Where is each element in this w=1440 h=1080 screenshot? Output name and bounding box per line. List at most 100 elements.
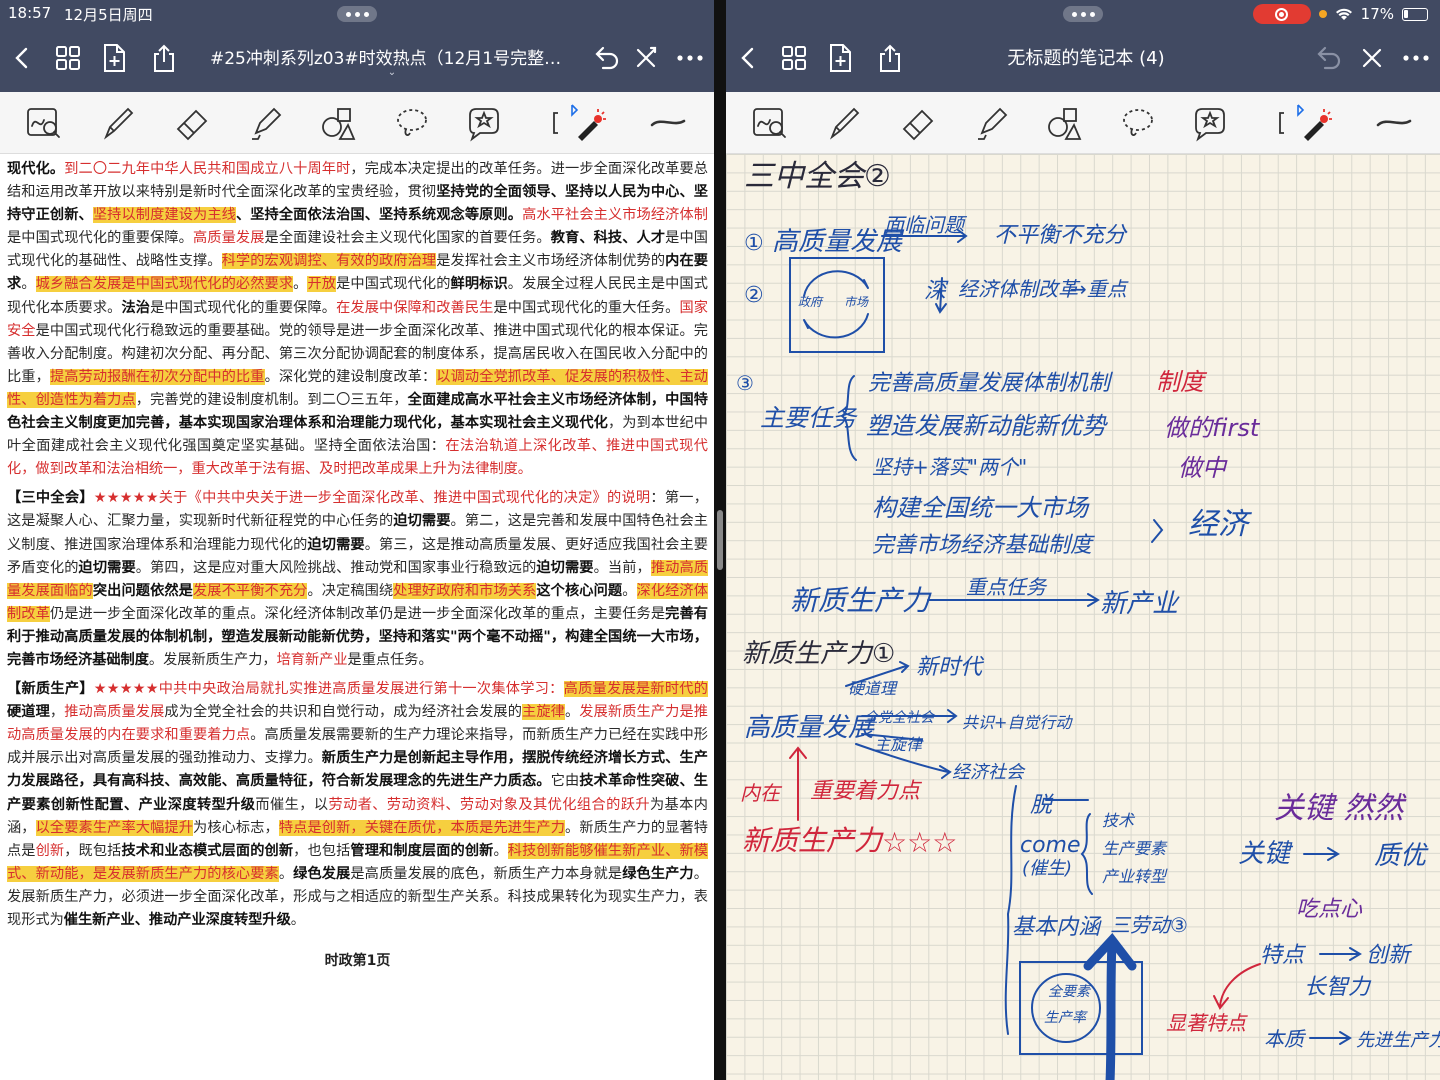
- highlighted-run: 科技创新: [507, 842, 565, 859]
- text-run: 是全面建设社会主义现代化国家的首要任务。: [264, 230, 551, 247]
- shape-tool-icon[interactable]: [1042, 102, 1086, 144]
- red-run: 推动高质量发展: [64, 704, 165, 721]
- note-text: 共识+自觉行动: [962, 713, 1073, 732]
- bold-run: 技术和业态模式层面的创新: [121, 842, 294, 859]
- red-run: 到二〇二九年中华人民共和国成立八十周年时: [64, 161, 351, 177]
- pen-tool-icon[interactable]: [822, 102, 866, 144]
- bold-run: 这个核心问题: [536, 582, 623, 599]
- add-page-icon[interactable]: [96, 40, 132, 76]
- note-text: 高质量发展: [744, 713, 877, 743]
- bold-run: 迫切需要: [536, 559, 594, 576]
- highlighted-run: 高质量发展是新时代的: [563, 681, 708, 698]
- lasso-tool-icon[interactable]: [390, 102, 434, 144]
- text-run: 仍是进一步全面深化改革的重点。深化经济体制改革仍是进一步全面深化改革的重点，主要…: [49, 605, 666, 622]
- right-notebook-title[interactable]: 无标题的笔记本 (4): [956, 44, 1216, 70]
- sticker-tool-icon[interactable]: [1188, 102, 1232, 144]
- note-text: 政府: [798, 295, 824, 309]
- back-icon[interactable]: [4, 40, 40, 76]
- text-run: 。深化党的建设制度改革：: [264, 368, 437, 385]
- note-text-red: 制度: [1156, 368, 1208, 396]
- laser-pointer-icon[interactable]: [566, 102, 610, 144]
- text-run: ，: [49, 704, 65, 721]
- text-run: 为核心标志，: [193, 819, 279, 836]
- text-run: 是中国式现代化的重要保障。: [150, 299, 337, 316]
- note-big-arrow: [1083, 933, 1137, 1080]
- highlighted-run: 发展不平衡不充分: [193, 582, 308, 599]
- red-run: 高水平社会主义市场经济体制: [522, 207, 708, 224]
- note-text: 生产率: [1044, 1010, 1088, 1026]
- note-text: 经济社会: [952, 762, 1026, 783]
- eraser-tool-icon[interactable]: [170, 102, 214, 144]
- highlighted-run: 开放: [307, 276, 337, 293]
- note-text: →重点: [1070, 277, 1129, 301]
- eraser-tool-icon[interactable]: [896, 102, 940, 144]
- grid-view-icon[interactable]: [776, 40, 812, 76]
- undo-disabled-icon[interactable]: [1310, 40, 1346, 76]
- left-toolbar: [0, 92, 714, 154]
- note-text: 三劳动③: [1110, 913, 1188, 937]
- undo-icon[interactable]: [588, 40, 624, 76]
- red-run: 发展新质生产力: [579, 704, 680, 721]
- doc-paragraph: 【新质生产】★★★★★中共中央政治局就扎实推进高质量发展进行第十一次集体学习：高…: [7, 678, 708, 932]
- note-text: 生产要素: [1102, 839, 1168, 858]
- text-run: 。决定稿围绕: [307, 582, 394, 599]
- note-text: 产业转型: [1102, 867, 1168, 886]
- zoom-window-tool-icon[interactable]: [748, 102, 792, 144]
- red-run: 劳动者、劳动资料、劳动对象及其优化组合的跃升: [328, 796, 650, 813]
- note-text: 关键: [1238, 839, 1294, 869]
- bold-run: 迫切需要: [78, 559, 136, 576]
- add-page-icon[interactable]: [822, 40, 858, 76]
- screen-recording-icon[interactable]: [1252, 4, 1311, 24]
- pen-tool-icon[interactable]: [96, 102, 140, 144]
- more-options-icon[interactable]: [672, 40, 708, 76]
- bold-run: 法治: [121, 299, 151, 316]
- text-run: 是高质量发展的底色，新质生产力本身就是: [350, 865, 623, 882]
- text-run: 它由: [550, 773, 580, 790]
- more-options-icon[interactable]: [1398, 40, 1434, 76]
- left-document-title[interactable]: #25冲刺系列z03#时效热点（12月1号完整版... ⌄: [210, 44, 574, 78]
- grid-view-icon[interactable]: [50, 40, 86, 76]
- highlighted-run: 处理好政府和市场关系: [393, 582, 537, 599]
- bold-run: 迫切需要: [393, 513, 451, 530]
- note-text: 不平衡不充分: [994, 223, 1128, 248]
- highlighter-tool-icon[interactable]: [244, 102, 288, 144]
- redo-disabled-icon[interactable]: [1354, 40, 1390, 76]
- shape-tool-icon[interactable]: [316, 102, 360, 144]
- handwriting-layer[interactable]: 三中全会② ① 高质量发展 面临问题 不平衡不充分 ② 政府 市场 深 经济体制…: [726, 154, 1440, 1080]
- note-text: 新产业: [1100, 589, 1180, 619]
- status-date: 12月5日周四: [64, 6, 153, 24]
- bold-run: 、坚持全面依法治国、坚持系统观念等原则。: [235, 207, 523, 224]
- text-run: 。: [293, 276, 308, 293]
- highlighter-tool-icon[interactable]: [970, 102, 1014, 144]
- text-run: 是中国式现代化的重大任务。: [493, 299, 680, 316]
- pen-stroke-preview-icon[interactable]: [1372, 102, 1416, 144]
- sticker-tool-icon[interactable]: [462, 102, 506, 144]
- right-toolbar: [726, 92, 1440, 154]
- note-text: 经济: [1188, 507, 1252, 542]
- pdf-page-content[interactable]: 现代化。到二〇二九年中华人民共和国成立八十周年时，完成本决定提出的改革任务。进一…: [0, 154, 714, 1080]
- split-view-divider[interactable]: [714, 0, 726, 1080]
- battery-icon: [1402, 7, 1428, 21]
- bold-run: 管理和制度层面的创新: [350, 842, 494, 859]
- note-text: 完善高质量发展体制机制: [868, 371, 1113, 396]
- redo-disabled-icon[interactable]: [628, 40, 664, 76]
- lasso-tool-icon[interactable]: [1116, 102, 1160, 144]
- wifi-icon: [1335, 8, 1352, 20]
- zoom-window-tool-icon[interactable]: [22, 102, 66, 144]
- laser-pointer-icon[interactable]: [1292, 102, 1336, 144]
- share-icon[interactable]: [146, 40, 182, 76]
- split-view-handle[interactable]: [717, 510, 723, 570]
- note-circle-2: ②: [744, 283, 764, 308]
- text-run: ，完善党的建设制度机制。到二〇三五年，: [135, 391, 408, 408]
- back-icon[interactable]: [730, 40, 766, 76]
- highlighted-run: 是中国式现代化的必然要求: [121, 276, 294, 293]
- note-text-purple: 做的first: [1164, 414, 1261, 442]
- handwritten-notes-canvas[interactable]: 三中全会② ① 高质量发展 面临问题 不平衡不充分 ② 政府 市场 深 经济体制…: [726, 154, 1440, 1080]
- share-icon[interactable]: [872, 40, 908, 76]
- left-pane: #25冲刺系列z03#时效热点（12月1号完整版... ⌄ 现代化。到二〇二九年…: [0, 0, 714, 1080]
- text-run: 。: [21, 276, 36, 293]
- bold-run: 现代化。: [7, 161, 65, 177]
- pen-stroke-preview-icon[interactable]: [646, 102, 690, 144]
- text-run: ，也包括: [293, 842, 351, 859]
- note-text-red: 重要着力点: [810, 779, 923, 804]
